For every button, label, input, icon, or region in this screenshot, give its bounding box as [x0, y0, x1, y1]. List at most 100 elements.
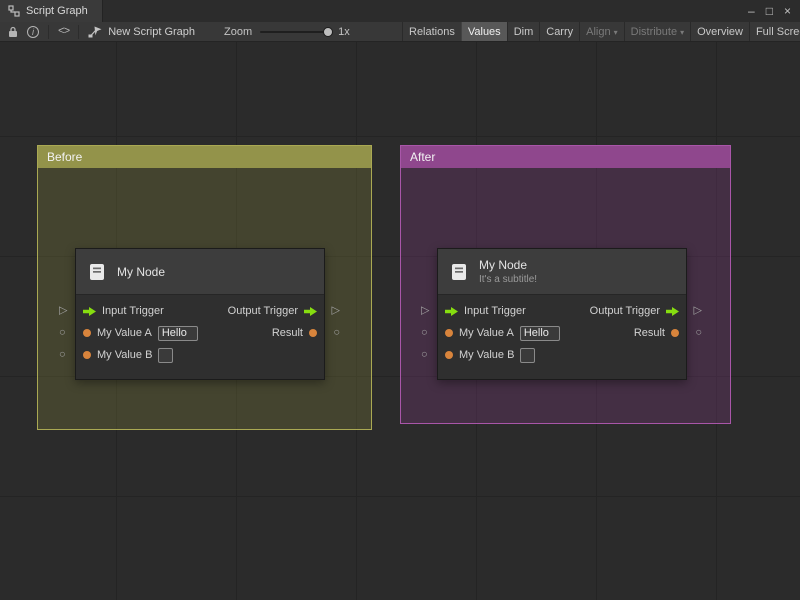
value-port-stub-icon[interactable]: ○ [421, 327, 428, 338]
toolbar-buttons: Relations Values Dim Carry Align ▾ Distr… [402, 22, 800, 42]
dim-button-label: Dim [514, 26, 534, 38]
value-a-field[interactable] [158, 326, 198, 341]
graph-name-breadcrumb[interactable]: New Script Graph [88, 26, 195, 38]
node-subtitle: It's a subtitle! [479, 274, 537, 286]
node-title: My Node [117, 265, 165, 279]
toolbar-separator [78, 25, 79, 39]
graph-canvas[interactable]: Before After My Node [0, 42, 800, 600]
script-graph-window: Script Graph – □ × i <> New [0, 0, 800, 600]
zoom-value: 1x [338, 26, 350, 38]
full-screen-button[interactable]: Full Screen [749, 22, 800, 42]
zoom-slider[interactable] [260, 31, 330, 33]
value-port-icon[interactable] [83, 329, 91, 337]
value-b-port[interactable]: My Value B [445, 348, 535, 363]
node-my-node-before[interactable]: My Node ▷ Input Trigger Output Trigger [75, 248, 325, 380]
value-a-port[interactable]: My Value A [83, 326, 198, 341]
flow-port-stub-icon[interactable]: ▷ [694, 305, 702, 316]
distribute-button-label: Distribute [631, 26, 677, 38]
flow-arrow-icon[interactable] [83, 306, 96, 317]
dim-button[interactable]: Dim [507, 22, 540, 42]
value-port-icon[interactable] [309, 329, 317, 337]
flow-port-stub-icon[interactable]: ▷ [421, 305, 429, 316]
value-a-field[interactable] [520, 326, 560, 341]
port-label: My Value B [459, 349, 514, 361]
node-my-node-after[interactable]: My Node It's a subtitle! ▷ Input Trigger… [437, 248, 687, 380]
minimize-icon[interactable]: – [748, 0, 755, 22]
port-label: Output Trigger [590, 305, 660, 317]
align-dropdown-button[interactable]: Align ▾ [579, 22, 623, 42]
toolbar-left: i <> New Script Graph Zoom 1x [0, 25, 350, 39]
node-body: ▷ Input Trigger Output Trigger ▷ [438, 295, 686, 379]
chevron-down-icon: ▾ [614, 28, 618, 37]
overview-button[interactable]: Overview [690, 22, 749, 42]
port-label: Result [272, 327, 303, 339]
port-row-value-b: ○ My Value B [76, 344, 324, 366]
zoom-label: Zoom [224, 26, 252, 38]
value-port-stub-icon[interactable]: ○ [59, 327, 66, 338]
values-button-label: Values [468, 26, 501, 38]
zoom-slider-knob[interactable] [323, 27, 333, 37]
value-port-stub-icon[interactable]: ○ [421, 349, 428, 360]
node-body: ▷ Input Trigger Output Trigger ▷ [76, 295, 324, 379]
group-before-title: Before [47, 150, 82, 164]
maximize-icon[interactable]: □ [766, 0, 773, 22]
graph-tab-icon [8, 5, 20, 17]
flow-arrow-icon[interactable] [666, 306, 679, 317]
value-b-field[interactable] [520, 348, 535, 363]
value-port-icon[interactable] [671, 329, 679, 337]
node-header[interactable]: My Node [76, 249, 324, 295]
input-trigger-port[interactable]: Input Trigger [83, 305, 164, 317]
graph-name-label: New Script Graph [108, 26, 195, 38]
node-header[interactable]: My Node It's a subtitle! [438, 249, 686, 295]
tab-bar: Script Graph – □ × [0, 0, 800, 22]
input-trigger-port[interactable]: Input Trigger [445, 305, 526, 317]
value-port-stub-icon[interactable]: ○ [333, 327, 340, 338]
port-row-value-a: ○ My Value A Result ○ [438, 322, 686, 344]
toolbar-separator [48, 25, 49, 39]
carry-button[interactable]: Carry [539, 22, 579, 42]
code-icon[interactable]: <> [58, 26, 69, 38]
full-screen-button-label: Full Screen [756, 26, 800, 38]
port-row-triggers: ▷ Input Trigger Output Trigger ▷ [438, 300, 686, 322]
group-after-title: After [410, 150, 435, 164]
toolbar: i <> New Script Graph Zoom 1x [0, 22, 800, 42]
result-port[interactable]: Result [272, 327, 317, 339]
port-label: Input Trigger [464, 305, 526, 317]
tab-script-graph[interactable]: Script Graph [0, 0, 103, 22]
node-title: My Node [479, 258, 537, 272]
chevron-down-icon: ▾ [680, 28, 684, 37]
overview-button-label: Overview [697, 26, 743, 38]
value-port-icon[interactable] [83, 351, 91, 359]
info-icon[interactable]: i [27, 26, 39, 38]
value-a-port[interactable]: My Value A [445, 326, 560, 341]
flow-port-stub-icon[interactable]: ▷ [59, 305, 67, 316]
flow-port-stub-icon[interactable]: ▷ [332, 305, 340, 316]
value-b-port[interactable]: My Value B [83, 348, 173, 363]
value-b-field[interactable] [158, 348, 173, 363]
port-row-value-b: ○ My Value B [438, 344, 686, 366]
port-label: Input Trigger [102, 305, 164, 317]
port-label: Output Trigger [228, 305, 298, 317]
flow-arrow-icon[interactable] [304, 306, 317, 317]
carry-button-label: Carry [546, 26, 573, 38]
port-label: My Value A [97, 327, 152, 339]
group-before-header[interactable]: Before [38, 146, 371, 168]
relations-button-label: Relations [409, 26, 455, 38]
group-after-header[interactable]: After [401, 146, 730, 168]
result-port[interactable]: Result [634, 327, 679, 339]
flow-arrow-icon[interactable] [445, 306, 458, 317]
value-port-icon[interactable] [445, 351, 453, 359]
lock-icon[interactable] [8, 26, 18, 38]
relations-button[interactable]: Relations [402, 22, 461, 42]
window-controls: – □ × [748, 0, 800, 22]
value-port-stub-icon[interactable]: ○ [695, 327, 702, 338]
output-trigger-port[interactable]: Output Trigger [590, 305, 679, 317]
values-button[interactable]: Values [461, 22, 507, 42]
value-port-stub-icon[interactable]: ○ [59, 349, 66, 360]
port-row-value-a: ○ My Value A Result ○ [76, 322, 324, 344]
close-icon[interactable]: × [784, 0, 791, 22]
output-trigger-port[interactable]: Output Trigger [228, 305, 317, 317]
tab-label: Script Graph [26, 5, 88, 17]
distribute-dropdown-button[interactable]: Distribute ▾ [624, 22, 690, 42]
value-port-icon[interactable] [445, 329, 453, 337]
